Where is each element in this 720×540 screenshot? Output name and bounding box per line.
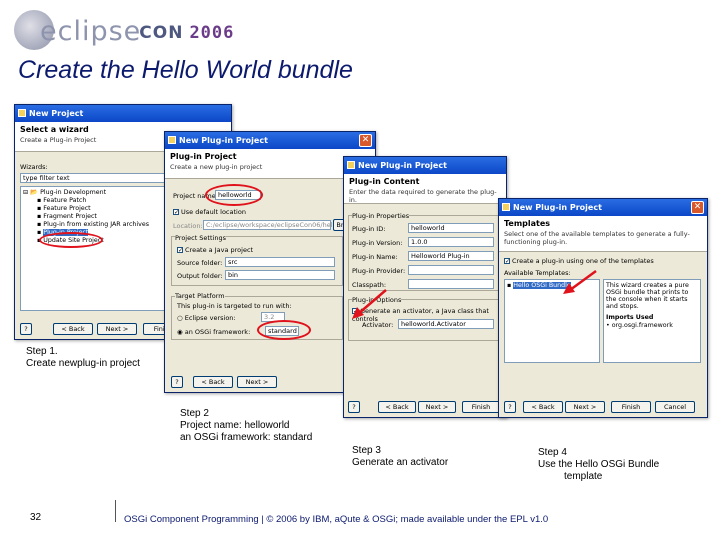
- page-heading: Plug-in Content: [349, 177, 420, 186]
- dialog-title: New Project: [29, 109, 84, 118]
- help-button[interactable]: ?: [348, 401, 360, 413]
- checkbox-icon[interactable]: ✓: [177, 247, 183, 254]
- page-heading: Templates: [504, 219, 551, 228]
- step1-caption: Step 1. Create newplug-in project: [26, 346, 140, 369]
- back-button[interactable]: < Back: [378, 401, 416, 413]
- output-folder-input[interactable]: bin: [225, 270, 335, 280]
- eclipsecon-logo: eclipse CON 2006: [14, 8, 233, 54]
- templates-dialog: New Plug-in Project ✕ Templates Select o…: [498, 198, 708, 418]
- plugin-provider-input[interactable]: [408, 265, 494, 275]
- dialog-titlebar[interactable]: New Plug-in Project ✕: [165, 132, 375, 149]
- slide-title: Create the Hello World bundle: [18, 56, 353, 84]
- help-button[interactable]: ?: [20, 323, 32, 335]
- template-description: This wizard creates a pure OSGi bundle t…: [606, 282, 689, 310]
- dialog-title: New Plug-in Project: [358, 161, 447, 170]
- activator-input[interactable]: helloworld.Activator: [398, 319, 494, 329]
- back-button[interactable]: < Back: [523, 401, 563, 413]
- create-using-template[interactable]: ✓ Create a plug-in using one of the templ…: [504, 257, 654, 265]
- osgi-framework-option[interactable]: ◉ an OSGi framework:: [177, 328, 250, 336]
- help-button[interactable]: ?: [171, 376, 183, 388]
- dialog-titlebar[interactable]: New Plug-in Project ✕: [499, 199, 707, 216]
- tree-item[interactable]: ▪ Fragment Project: [23, 213, 167, 221]
- page-description: Create a new plug-in project: [170, 163, 263, 171]
- logo-con-text: CON: [139, 23, 184, 43]
- location-input[interactable]: C:/eclipse/workspace/eclipseCon06/hello: [203, 220, 338, 230]
- checkbox-icon[interactable]: ✓: [504, 258, 510, 265]
- plugin-name-label: Plug-in Name:: [352, 253, 398, 261]
- target-description: This plug-in is targeted to run with:: [177, 302, 292, 310]
- tree-item[interactable]: ▪ Feature Patch: [23, 197, 167, 205]
- back-button[interactable]: < Back: [53, 323, 93, 335]
- plugin-id-input[interactable]: helloworld: [408, 223, 494, 233]
- wizards-label: Wizards:: [20, 163, 48, 171]
- step4-caption: Step 4 Use the Hello OSGi Bundle templat…: [538, 447, 660, 482]
- page-number: 32: [30, 512, 42, 523]
- red-arrow-icon: [352, 289, 387, 319]
- plugin-version-label: Plug-in Version:: [352, 239, 403, 247]
- target-platform-label: Target Platform: [175, 292, 225, 300]
- step2-caption: Step 2 Project name: helloworld an OSGi …: [180, 408, 313, 443]
- output-folder-label: Output folder:: [177, 272, 223, 280]
- template-description-pane: This wizard creates a pure OSGi bundle t…: [603, 279, 701, 363]
- highlight-ring: [39, 232, 103, 248]
- plugin-version-input[interactable]: 1.0.0: [408, 237, 494, 247]
- plugin-id-label: Plug-in ID:: [352, 225, 386, 233]
- app-icon: [347, 161, 355, 169]
- highlight-ring: [257, 320, 311, 340]
- app-icon: [168, 136, 176, 144]
- plugin-provider-label: Plug-in Provider:: [352, 267, 406, 275]
- highlight-ring: [205, 184, 263, 206]
- imports-used-label: Imports Used: [606, 314, 654, 321]
- red-arrow-icon: [563, 269, 597, 294]
- app-icon: [502, 203, 510, 211]
- next-button[interactable]: Next >: [237, 376, 277, 388]
- close-icon[interactable]: ✕: [359, 134, 372, 147]
- tree-item[interactable]: ▪ Plug-in from existing JAR archives: [23, 221, 167, 229]
- next-button[interactable]: Next >: [418, 401, 456, 413]
- dialog-title: New Plug-in Project: [179, 136, 268, 145]
- project-settings-label: Project Settings: [175, 234, 226, 242]
- checkbox-icon[interactable]: ✓: [173, 209, 179, 216]
- page-description: Enter the data required to generate the …: [349, 188, 497, 204]
- step3-caption: Step 3 Generate an activator: [352, 445, 449, 468]
- dialog-header: Templates Select one of the available te…: [499, 216, 707, 252]
- create-java-project[interactable]: ✓ Create a Java project: [177, 246, 253, 254]
- imports-item: • org.osgi.framework: [606, 322, 673, 329]
- finish-button[interactable]: Finish: [611, 401, 651, 413]
- next-button[interactable]: Next >: [97, 323, 137, 335]
- tree-item[interactable]: ▪ Feature Project: [23, 205, 167, 213]
- location-label: Location:: [173, 222, 203, 230]
- use-default-location[interactable]: ✓ Use default location: [173, 208, 246, 216]
- tree-item[interactable]: ⊟ 📂 Plug-in Development: [23, 189, 167, 197]
- close-icon[interactable]: ✕: [691, 201, 704, 214]
- classpath-input[interactable]: [408, 279, 494, 289]
- next-button[interactable]: Next >: [565, 401, 605, 413]
- footer-text: OSGi Component Programming | © 2006 by I…: [124, 514, 549, 525]
- dialog-titlebar[interactable]: New Plug-in Project: [344, 157, 506, 174]
- footer-divider: [115, 500, 116, 522]
- filter-input[interactable]: type filter text: [20, 173, 170, 183]
- help-button[interactable]: ?: [504, 401, 516, 413]
- eclipse-version-option[interactable]: ○ Eclipse version:: [177, 314, 236, 322]
- finish-button[interactable]: Finish: [462, 401, 500, 413]
- page-description: Select one of the available templates to…: [504, 230, 690, 246]
- plugin-properties-label: Plug-in Properties: [352, 212, 410, 220]
- cancel-button[interactable]: Cancel: [655, 401, 695, 413]
- activator-label: Activator:: [362, 321, 394, 329]
- logo-eclipse-text: eclipse: [40, 15, 142, 47]
- plugin-name-input[interactable]: Helloworld Plug-in: [408, 251, 494, 261]
- dialog-titlebar[interactable]: New Project: [15, 105, 231, 122]
- dialog-header: Plug-in Content Enter the data required …: [344, 174, 506, 204]
- page-heading: Plug-in Project: [170, 152, 237, 161]
- app-icon: [18, 109, 26, 117]
- wizard-tree[interactable]: ⊟ 📂 Plug-in Development ▪ Feature Patch …: [20, 186, 170, 311]
- source-folder-label: Source folder:: [177, 259, 223, 267]
- back-button[interactable]: < Back: [193, 376, 233, 388]
- source-folder-input[interactable]: src: [225, 257, 335, 267]
- logo-year-text: 2006: [189, 23, 235, 43]
- dialog-title: New Plug-in Project: [513, 203, 602, 212]
